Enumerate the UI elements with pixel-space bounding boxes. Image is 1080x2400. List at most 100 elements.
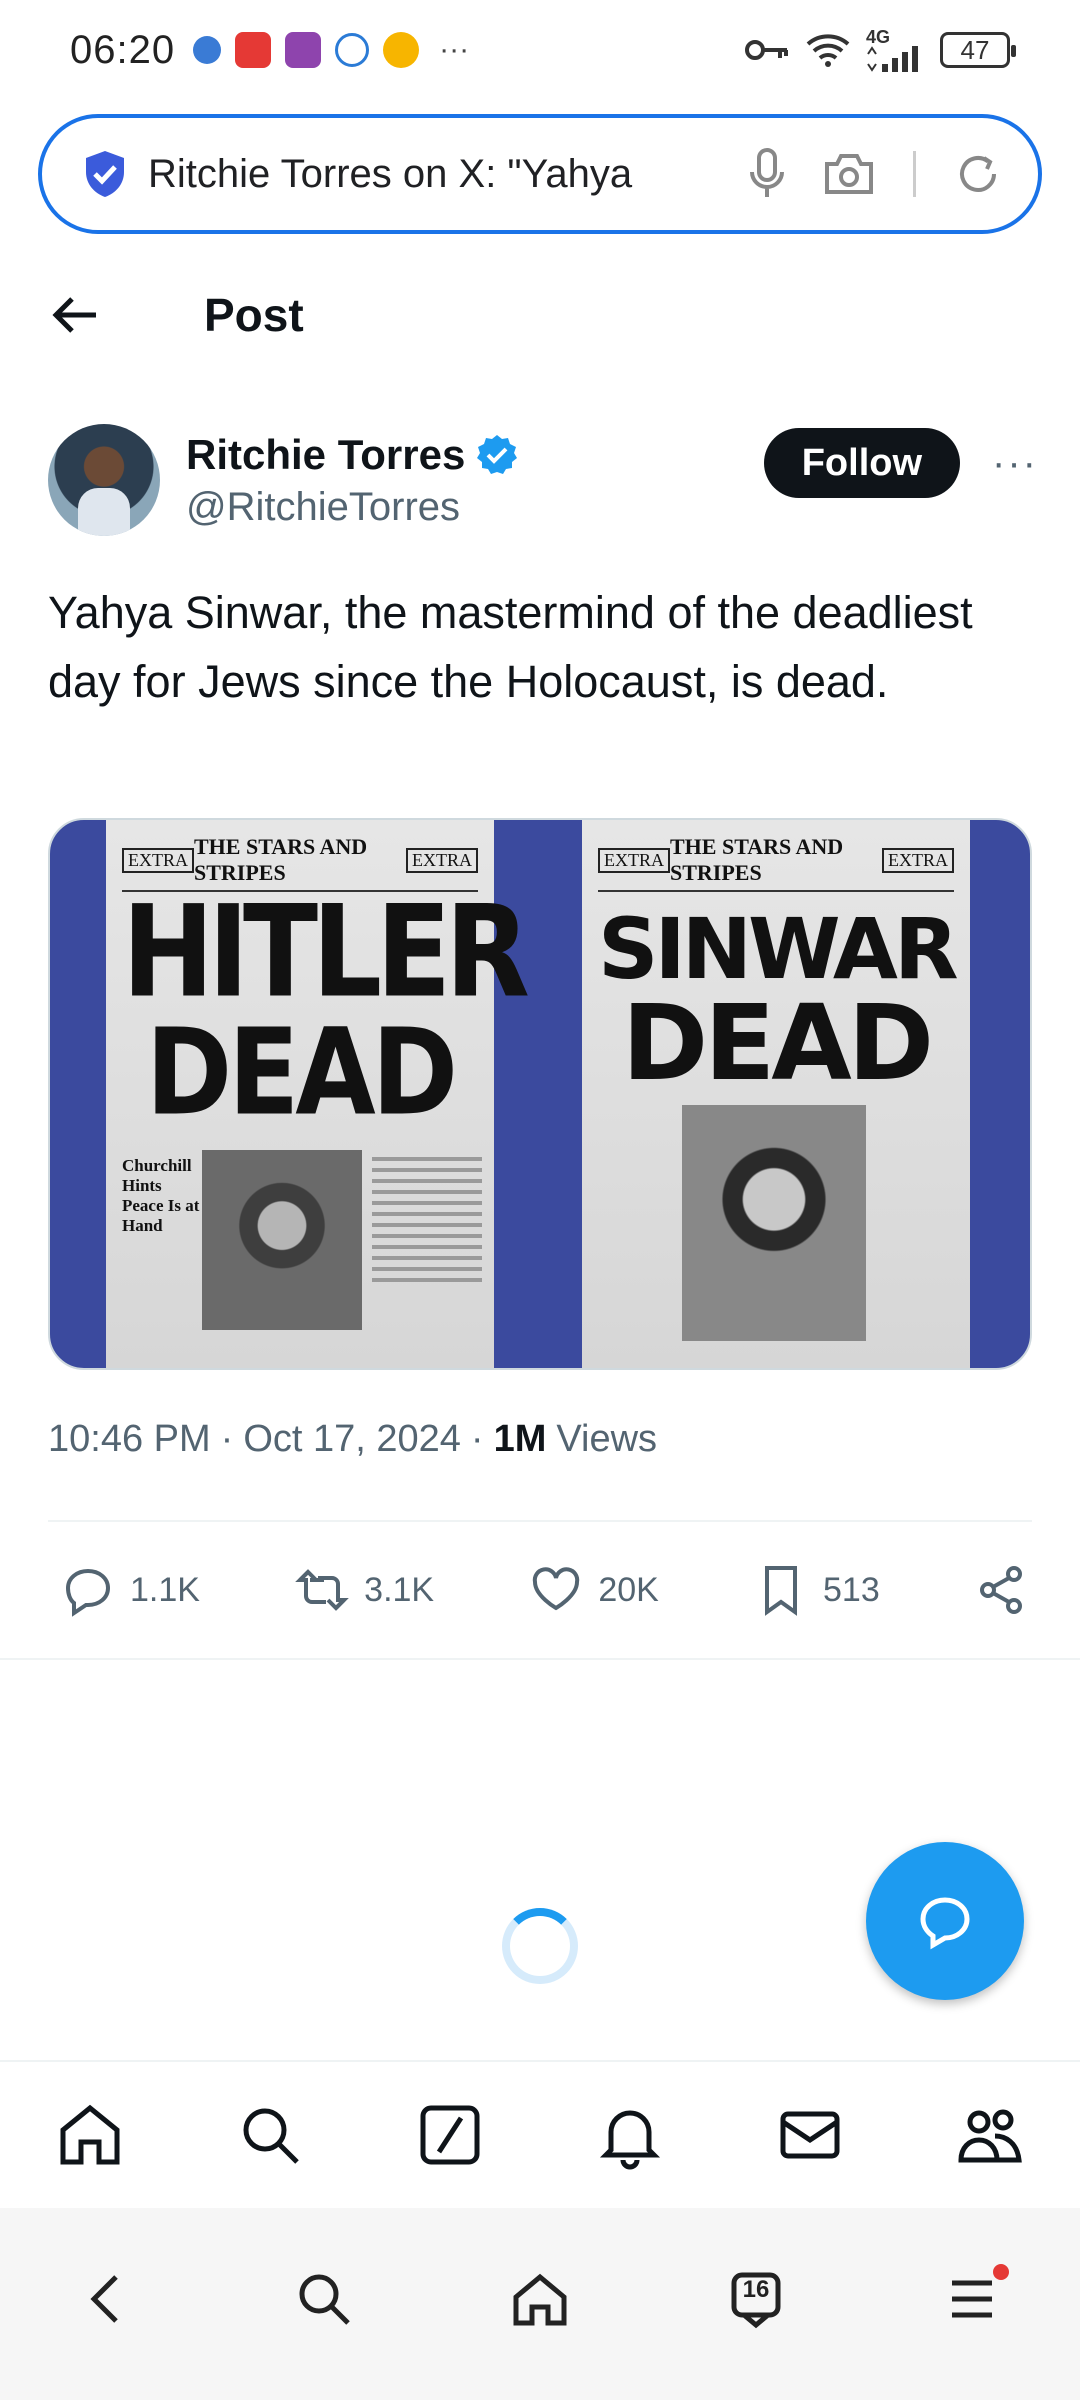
repost-icon [295,1569,349,1611]
refresh-icon[interactable] [954,150,1002,198]
share-icon [979,1566,1022,1614]
repost-count: 3.1K [364,1570,435,1609]
author-handle[interactable]: @RitchieTorres [186,485,519,530]
tweet-text: Yahya Sinwar, the mastermind of the dead… [48,587,973,707]
reply-icon [65,1568,111,1617]
loading-spinner [502,1908,578,1984]
tweet-author: Ritchie Torres @RitchieTorres Follow ··· [48,420,1038,540]
author-name[interactable]: Ritchie Torres [186,431,465,479]
tweet-meta: 10:46 PM · Oct 17, 2024 · 1M Views [48,1418,657,1461]
nav-home[interactable] [45,2090,135,2180]
browser-bottom-nav: 16 [0,2208,1080,2400]
nav-messages[interactable] [765,2090,855,2180]
like-count: 20K [598,1570,659,1609]
wifi-icon [806,34,850,67]
author-info[interactable]: Ritchie Torres @RitchieTorres [186,431,519,530]
views-label: Views [556,1418,658,1460]
newspaper-left: EXTRA THE STARS AND STRIPES EXTRA HITLER… [106,820,530,1368]
meta-separator: · [470,1418,484,1460]
chevron-left-icon [90,2275,118,2323]
headline: DEAD [145,1001,458,1142]
notification-icons: ··· [193,32,469,68]
extra-label: EXTRA [406,847,478,873]
post-header: Post [0,260,1080,370]
search-icon [243,2108,299,2164]
newspaper-masthead: EXTRA THE STARS AND STRIPES EXTRA [598,834,954,892]
newspaper-right: EXTRA THE STARS AND STRIPES EXTRA SINWAR… [582,820,970,1368]
headline: HITLER [122,878,530,1026]
reply-button[interactable]: 1.1K [60,1562,200,1618]
app-notification-icon [335,33,370,67]
divider [48,1520,1032,1522]
side-headline: Churchill Hints Peace Is at Hand [122,1156,200,1235]
repost-button[interactable]: 3.1K [294,1562,434,1618]
tweet-time: 10:46 PM [48,1418,211,1460]
chat-bubble-icon [920,1897,970,1950]
follow-button[interactable]: Follow [763,428,961,498]
app-notification-icon [285,32,322,68]
share-button[interactable] [974,1562,1030,1618]
back-arrow-icon[interactable] [50,290,100,340]
browser-menu-button[interactable] [927,2254,1017,2344]
masthead-title: THE STARS AND STRIPES [670,834,844,885]
search-icon [299,2274,350,2325]
views-count: 1M [493,1418,547,1460]
status-bar: 06:20 ··· 4G 47 [0,0,1080,100]
bookmark-icon [765,1566,798,1616]
url-tools [749,148,1002,200]
author-name-row: Ritchie Torres [186,431,519,479]
notification-dot [993,2264,1009,2280]
headline: SINWAR [598,900,959,998]
compose-reply-fab[interactable] [866,1842,1024,2000]
browser-home-button[interactable] [495,2254,585,2344]
tweet-media-image[interactable]: EXTRA THE STARS AND STRIPES EXTRA HITLER… [48,818,1032,1370]
extra-label: EXTRA [122,847,194,873]
browser-back-button[interactable] [63,2254,153,2344]
divider [0,1658,1080,1660]
grok-icon [420,2105,480,2165]
url-text[interactable]: Ritchie Torres on X: "Yahya [148,152,729,197]
sinwar-photo [682,1105,866,1341]
verified-badge-icon [477,434,518,474]
nav-search[interactable] [225,2090,315,2180]
more-options-icon[interactable]: ··· [992,441,1038,486]
app-notification-icon [193,36,222,64]
battery-indicator: 47 [940,32,1016,68]
voice-search-icon[interactable] [749,148,785,200]
like-button[interactable]: 20K [528,1562,659,1618]
tab-count: 16 [742,2276,770,2303]
nav-notifications[interactable] [585,2090,675,2180]
browser-tabs-button[interactable]: 16 [711,2254,801,2344]
system-status-icons: 4G 47 [744,28,1016,72]
network-type: 4G [866,27,891,47]
camera-search-icon[interactable] [823,152,875,196]
weibo-icon [383,32,420,68]
extra-label: EXTRA [882,847,954,873]
article-columns [372,1150,482,1289]
bell-icon [599,2110,661,2170]
meta-separator: · [220,1418,234,1460]
cell-signal-icon: 4G [866,28,924,72]
avatar[interactable] [48,424,160,536]
home-icon [513,2273,567,2326]
page-title: Post [204,289,304,341]
battery-level: 47 [960,34,990,65]
heart-icon [533,1567,580,1611]
bookmark-count: 513 [823,1570,880,1609]
browser-search-button[interactable] [279,2254,369,2344]
nav-grok[interactable] [405,2090,495,2180]
nav-communities[interactable] [945,2090,1035,2180]
browser-url-bar[interactable]: Ritchie Torres on X: "Yahya [38,114,1042,234]
app-notification-icon [235,32,272,68]
tweet-actions: 1.1K 3.1K 20K 513 [60,1552,1030,1628]
url-divider [913,151,916,197]
reply-count: 1.1K [130,1570,200,1609]
home-icon [60,2104,120,2165]
app-bottom-nav [0,2060,1080,2208]
more-notifications-icon: ··· [439,33,470,66]
mail-icon [780,2111,840,2159]
tweet-date: Oct 17, 2024 [243,1418,461,1460]
status-time: 06:20 [70,27,176,72]
headline: DEAD [621,981,934,1104]
bookmark-button[interactable]: 513 [753,1562,880,1618]
